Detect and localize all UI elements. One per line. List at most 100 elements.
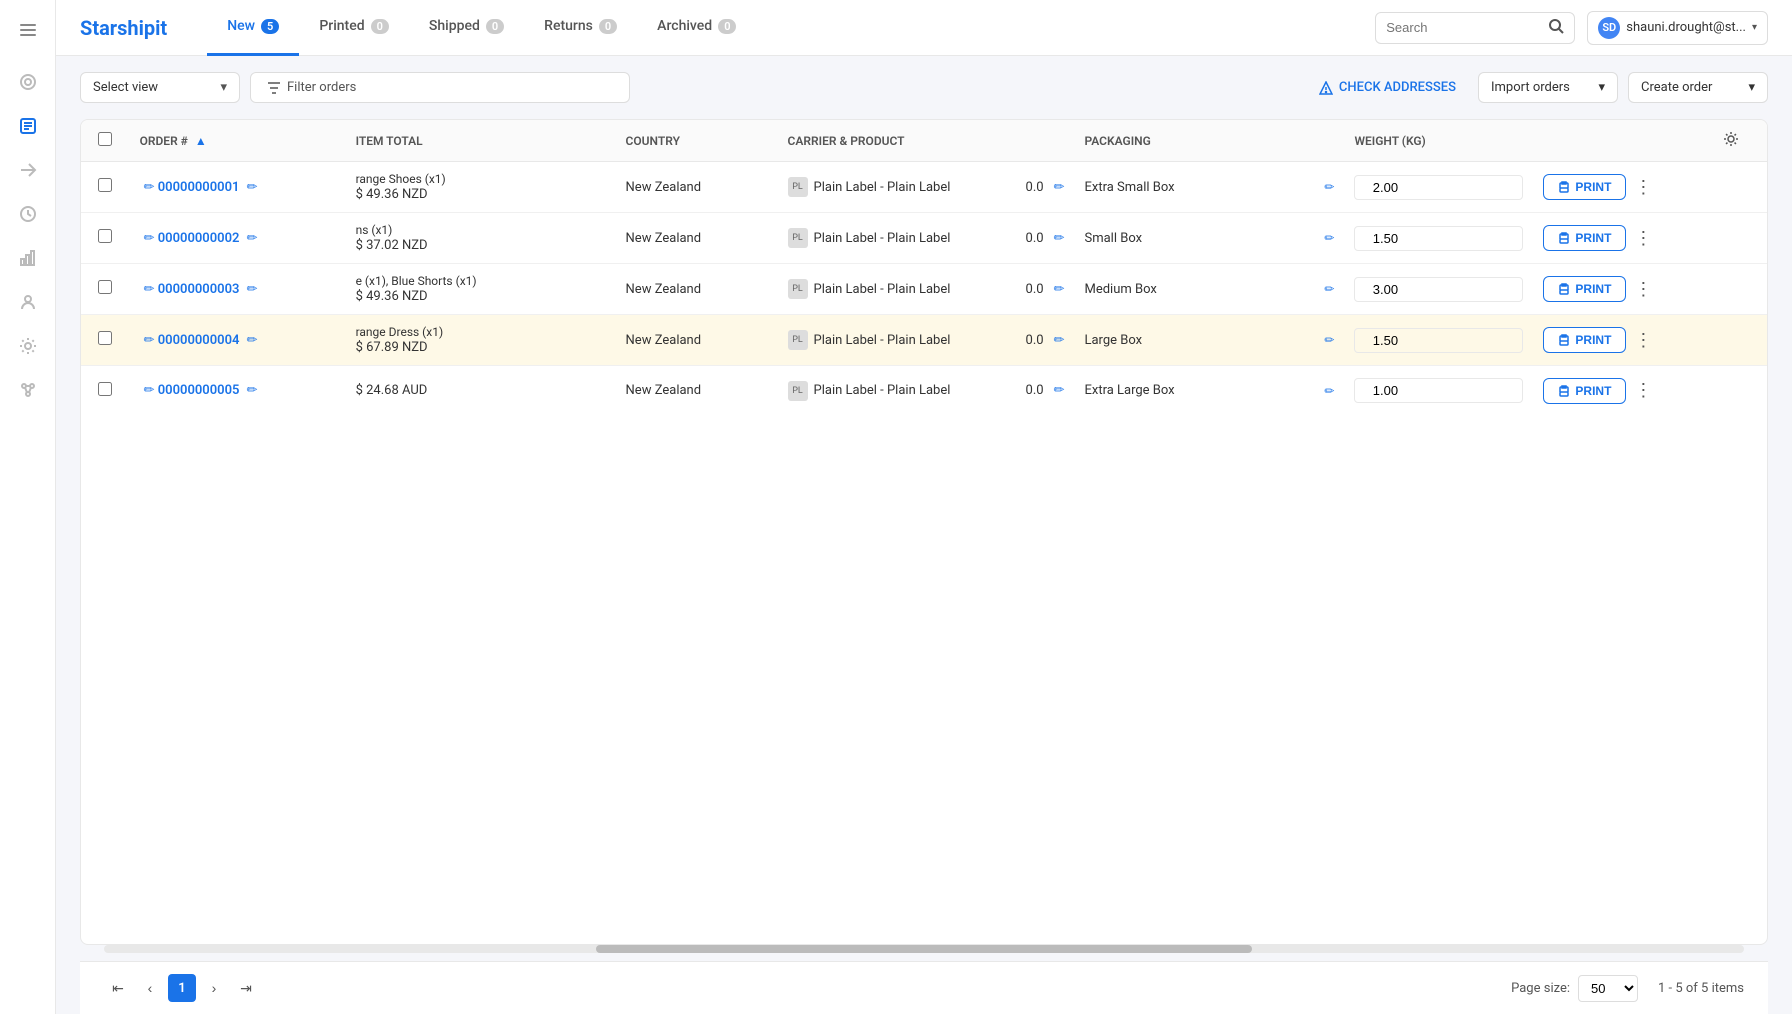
actions-cell-2: PRINT ⋮ — [1533, 264, 1713, 315]
select-view-arrow-icon: ▾ — [220, 80, 227, 95]
nav-tab-new[interactable]: New5 — [207, 0, 299, 56]
edit-order-icon-4[interactable]: ✏ — [144, 383, 155, 398]
print-button-2[interactable]: PRINT — [1543, 276, 1626, 302]
search-icon[interactable] — [1548, 18, 1564, 38]
carrier-edit-icon-0[interactable]: ✏ — [1054, 180, 1065, 195]
column-header-weight[interactable]: WEIGHT (KG) — [1344, 120, 1533, 162]
import-orders-arrow-icon: ▾ — [1598, 80, 1605, 95]
packaging-edit-icon-4[interactable]: ✏ — [1324, 384, 1334, 398]
packaging-edit-icon-2[interactable]: ✏ — [1324, 282, 1334, 296]
user-menu[interactable]: SD shauni.drought@st... ▾ — [1587, 11, 1768, 45]
carrier-name-4: Plain Label - Plain Label — [814, 383, 951, 398]
next-page-button[interactable]: › — [200, 974, 228, 1002]
row-checkbox-cell — [81, 366, 130, 416]
sidebar-send-icon[interactable] — [10, 152, 46, 188]
sidebar-history-icon[interactable] — [10, 196, 46, 232]
edit-order-icon-1[interactable]: ✏ — [144, 231, 155, 246]
hamburger-menu-icon[interactable] — [10, 12, 46, 48]
order-num-cell: ✏ 00000000005 ✏ — [130, 366, 346, 416]
select-all-checkbox[interactable] — [98, 132, 112, 146]
select-view-dropdown[interactable]: Select view ▾ — [80, 72, 240, 103]
carrier-edit-icon-1[interactable]: ✏ — [1054, 231, 1065, 246]
column-header-carrier[interactable]: CARRIER & PRODUCT — [778, 120, 1075, 162]
search-box[interactable] — [1375, 12, 1575, 44]
carrier-edit-icon-4[interactable]: ✏ — [1054, 383, 1065, 398]
order-number-link-4[interactable]: 00000000005 — [158, 383, 240, 398]
horizontal-scrollbar[interactable] — [104, 945, 1744, 953]
carrier-edit-icon-3[interactable]: ✏ — [1054, 333, 1065, 348]
weight-input-4[interactable] — [1355, 379, 1415, 402]
edit-item-icon-4[interactable]: ✏ — [247, 383, 258, 398]
print-button-0[interactable]: PRINT — [1543, 174, 1626, 200]
weight-input-1[interactable] — [1355, 227, 1415, 250]
carrier-name-3: Plain Label - Plain Label — [814, 333, 951, 348]
row-checkbox-0[interactable] — [98, 178, 112, 192]
nav-tab-shipped[interactable]: Shipped0 — [409, 0, 524, 56]
weight-input-0[interactable] — [1355, 176, 1415, 199]
nav-tab-label-printed: Printed — [319, 18, 364, 34]
edit-item-icon-1[interactable]: ✏ — [247, 231, 258, 246]
weight-input-3[interactable] — [1355, 329, 1415, 352]
more-options-button-0[interactable]: ⋮ — [1630, 173, 1656, 202]
more-options-button-3[interactable]: ⋮ — [1630, 326, 1656, 355]
sidebar-users-icon[interactable] — [10, 284, 46, 320]
carrier-cell-4: PL Plain Label - Plain Label 0.0 ✏ — [778, 366, 1075, 416]
row-checkbox-4[interactable] — [98, 382, 112, 396]
nav-tab-returns[interactable]: Returns0 — [524, 0, 637, 56]
more-options-button-4[interactable]: ⋮ — [1630, 376, 1656, 405]
carrier-edit-icon-2[interactable]: ✏ — [1054, 282, 1065, 297]
more-options-button-2[interactable]: ⋮ — [1630, 275, 1656, 304]
column-header-country[interactable]: COUNTRY — [616, 120, 778, 162]
check-addresses-button[interactable]: CHECK ADDRESSES — [1307, 73, 1468, 102]
order-number-link-3[interactable]: 00000000004 — [158, 333, 240, 348]
create-order-arrow-icon: ▾ — [1748, 80, 1755, 95]
column-header-order[interactable]: ORDER # ▲ — [130, 120, 346, 162]
edit-item-icon-3[interactable]: ✏ — [247, 333, 258, 348]
last-page-button[interactable]: ⇥ — [232, 974, 260, 1002]
scroll-thumb[interactable] — [596, 945, 1252, 953]
item-total-cell-4: $ 24.68 AUD — [346, 366, 616, 416]
create-order-dropdown[interactable]: Create order ▾ — [1628, 72, 1768, 103]
row-checkbox-cell — [81, 162, 130, 213]
column-header-item-total[interactable]: ITEM TOTAL — [346, 120, 616, 162]
packaging-edit-icon-3[interactable]: ✏ — [1324, 333, 1334, 347]
page-navigation: ⇤ ‹ 1 › ⇥ — [104, 974, 260, 1002]
row-checkbox-2[interactable] — [98, 280, 112, 294]
packaging-edit-icon-0[interactable]: ✏ — [1324, 180, 1334, 194]
prev-page-button[interactable]: ‹ — [136, 974, 164, 1002]
order-number-link-2[interactable]: 00000000003 — [158, 282, 240, 297]
nav-tab-printed[interactable]: Printed0 — [299, 0, 409, 56]
print-button-1[interactable]: PRINT — [1543, 225, 1626, 251]
sidebar-dashboard-icon[interactable] — [10, 64, 46, 100]
edit-order-icon-3[interactable]: ✏ — [144, 333, 155, 348]
edit-order-icon-0[interactable]: ✏ — [144, 180, 155, 195]
sidebar-settings-icon[interactable] — [10, 328, 46, 364]
order-number-link-1[interactable]: 00000000002 — [158, 231, 240, 246]
sidebar-analytics-icon[interactable] — [10, 240, 46, 276]
carrier-icon-0: PL — [788, 177, 808, 197]
order-number-link-0[interactable]: 00000000001 — [158, 180, 240, 195]
search-input[interactable] — [1386, 20, 1542, 35]
select-all-header — [81, 120, 130, 162]
packaging-edit-icon-1[interactable]: ✏ — [1324, 231, 1334, 245]
print-button-3[interactable]: PRINT — [1543, 327, 1626, 353]
sidebar-orders-icon[interactable] — [10, 108, 46, 144]
row-checkbox-3[interactable] — [98, 331, 112, 345]
column-header-packaging[interactable]: PACKAGING — [1074, 120, 1344, 162]
edit-item-icon-2[interactable]: ✏ — [247, 282, 258, 297]
more-options-button-1[interactable]: ⋮ — [1630, 224, 1656, 253]
sidebar-integrations-icon[interactable] — [10, 372, 46, 408]
packaging-cell-4: Extra Large Box ✏ — [1074, 366, 1344, 416]
column-settings-icon[interactable] — [1713, 120, 1767, 162]
filter-orders-button[interactable]: Filter orders — [250, 72, 630, 103]
first-page-button[interactable]: ⇤ — [104, 974, 132, 1002]
print-button-4[interactable]: PRINT — [1543, 378, 1626, 404]
weight-input-2[interactable] — [1355, 278, 1415, 301]
page-size-select[interactable]: 50 100 200 — [1578, 975, 1638, 1002]
import-orders-dropdown[interactable]: Import orders ▾ — [1478, 72, 1618, 103]
edit-item-icon-0[interactable]: ✏ — [247, 180, 258, 195]
nav-tab-archived[interactable]: Archived0 — [637, 0, 756, 56]
row-checkbox-1[interactable] — [98, 229, 112, 243]
edit-order-icon-2[interactable]: ✏ — [144, 282, 155, 297]
weight-cell-3 — [1344, 315, 1533, 366]
